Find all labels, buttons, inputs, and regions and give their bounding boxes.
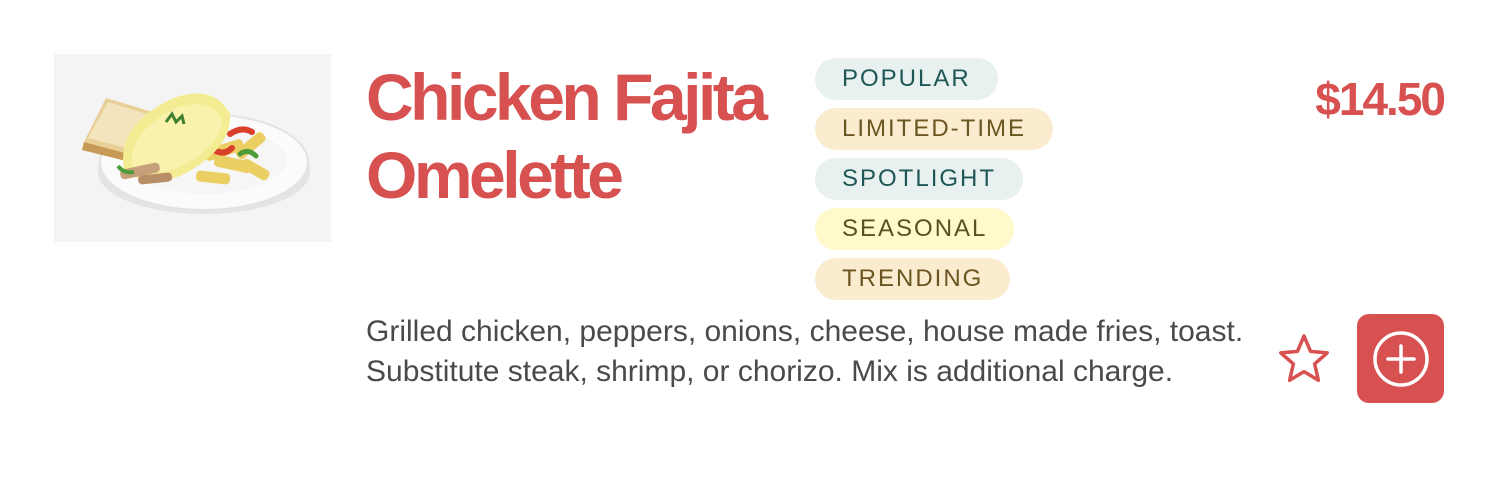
item-price: $14.50 <box>1315 73 1446 125</box>
tag-popular: POPULAR <box>815 58 998 100</box>
item-description: Grilled chicken, peppers, onions, cheese… <box>366 315 1244 388</box>
add-to-cart-button[interactable] <box>1357 314 1444 403</box>
tag-list: POPULAR LIMITED-TIME SPOTLIGHT SEASONAL … <box>815 58 1053 300</box>
tag-trending: TRENDING <box>815 258 1011 300</box>
tag-limited-time: LIMITED-TIME <box>815 108 1053 150</box>
omelette-plate-image <box>54 54 331 242</box>
item-title: Chicken Fajita Omelette <box>366 60 768 212</box>
plus-circle-icon <box>1372 330 1429 387</box>
tag-seasonal: SEASONAL <box>815 208 1015 250</box>
item-photo[interactable] <box>54 54 331 242</box>
tag-spotlight: SPOTLIGHT <box>815 158 1024 200</box>
menu-item-card: Chicken Fajita Omelette POPULAR LIMITED-… <box>0 0 1500 488</box>
favorite-button[interactable] <box>1276 331 1332 387</box>
star-outline-icon <box>1279 334 1329 383</box>
